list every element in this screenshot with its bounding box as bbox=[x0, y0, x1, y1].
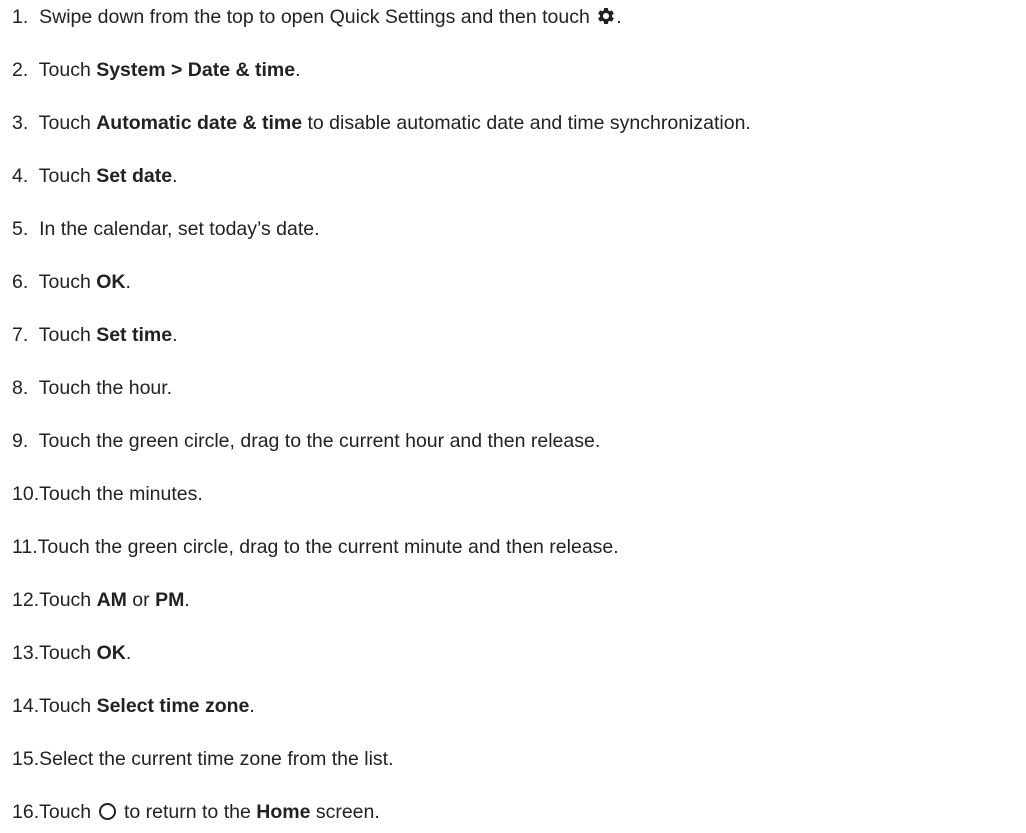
step-3: 3. Touch Automatic date & time to disabl… bbox=[12, 111, 751, 135]
step-text: Touch bbox=[39, 589, 97, 611]
ui-term: OK bbox=[96, 271, 126, 293]
step-text-end: screen. bbox=[310, 801, 380, 823]
step-13: 13.Touch OK. bbox=[12, 641, 131, 665]
step-number: 6. bbox=[12, 271, 29, 293]
step-text-end: . bbox=[172, 165, 178, 187]
ui-term: Set date bbox=[96, 165, 173, 187]
step-text: Touch bbox=[38, 59, 97, 81]
ui-term: Select time zone bbox=[96, 695, 250, 717]
step-text: Select the current time zone from the li… bbox=[39, 748, 394, 770]
step-text: Touch bbox=[38, 324, 97, 346]
step-15: 15.Select the current time zone from the… bbox=[12, 747, 394, 771]
step-text: Touch the hour. bbox=[38, 377, 173, 399]
step-text: Touch bbox=[38, 271, 97, 293]
step-9: 9. Touch the green circle, drag to the c… bbox=[12, 429, 600, 453]
ui-term: Set time bbox=[96, 324, 173, 346]
step-number: 9. bbox=[12, 430, 29, 452]
step-number: 14. bbox=[12, 695, 40, 717]
step-text: Swipe down from the top to open Quick Se… bbox=[39, 6, 596, 28]
step-16: 16.Touch to return to the Home screen. bbox=[12, 800, 380, 824]
step-1: 1. Swipe down from the top to open Quick… bbox=[12, 5, 622, 29]
step-text-end: to disable automatic date and time synch… bbox=[302, 112, 751, 134]
home-circle-icon bbox=[98, 803, 116, 820]
step-text: Touch the minutes. bbox=[39, 483, 203, 505]
step-5: 5. In the calendar, set today’s date. bbox=[12, 217, 320, 241]
step-6: 6. Touch OK. bbox=[12, 270, 131, 294]
step-12: 12.Touch AM or PM. bbox=[12, 588, 190, 612]
instruction-list: 1. Swipe down from the top to open Quick… bbox=[0, 0, 1026, 833]
gear-icon bbox=[598, 7, 614, 24]
step-4: 4. Touch Set date. bbox=[12, 164, 177, 188]
step-text-end: . bbox=[249, 695, 255, 717]
step-7: 7. Touch Set time. bbox=[12, 323, 177, 347]
step-text-mid: or bbox=[126, 589, 156, 611]
step-text: Touch bbox=[38, 112, 97, 134]
ui-term: OK bbox=[96, 642, 126, 664]
step-number: 12. bbox=[12, 589, 40, 611]
ui-term-am: AM bbox=[96, 589, 127, 611]
step-2: 2. Touch System > Date & time. bbox=[12, 58, 301, 82]
step-number: 16. bbox=[12, 801, 40, 823]
step-14: 14.Touch Select time zone. bbox=[12, 694, 255, 718]
step-text: Touch bbox=[39, 801, 97, 823]
ui-term: Home bbox=[256, 801, 311, 823]
ui-term-pm: PM bbox=[155, 589, 185, 611]
step-text-end: . bbox=[125, 271, 131, 293]
ui-term: Automatic date & time bbox=[96, 112, 303, 134]
step-text: Touch the green circle, drag to the curr… bbox=[37, 536, 619, 558]
step-11: 11.Touch the green circle, drag to the c… bbox=[12, 535, 619, 559]
step-text-end: . bbox=[184, 589, 190, 611]
step-number: 3. bbox=[12, 112, 29, 134]
step-number: 11. bbox=[12, 536, 38, 558]
step-10: 10.Touch the minutes. bbox=[12, 482, 203, 506]
ui-term: System > Date & time bbox=[96, 59, 296, 81]
step-text-mid: to return to the bbox=[118, 801, 257, 823]
step-number: 15. bbox=[12, 748, 40, 770]
step-8: 8. Touch the hour. bbox=[12, 376, 172, 400]
step-text-end: . bbox=[616, 6, 622, 28]
step-number: 7. bbox=[12, 324, 29, 346]
step-text-end: . bbox=[295, 59, 301, 81]
step-number: 10. bbox=[12, 483, 40, 505]
step-number: 5. bbox=[12, 218, 29, 240]
step-number: 2. bbox=[12, 59, 29, 81]
step-text-end: . bbox=[125, 642, 132, 664]
step-text: Touch bbox=[39, 695, 97, 717]
step-text: In the calendar, set today’s date. bbox=[39, 218, 320, 240]
step-number: 13. bbox=[12, 642, 40, 664]
step-text-end: . bbox=[172, 324, 178, 346]
step-number: 1. bbox=[12, 6, 29, 28]
step-text: Touch bbox=[38, 165, 97, 187]
step-text: Touch bbox=[39, 642, 97, 664]
step-text: Touch the green circle, drag to the curr… bbox=[38, 430, 601, 452]
step-number: 4. bbox=[12, 165, 29, 187]
step-number: 8. bbox=[12, 377, 29, 399]
